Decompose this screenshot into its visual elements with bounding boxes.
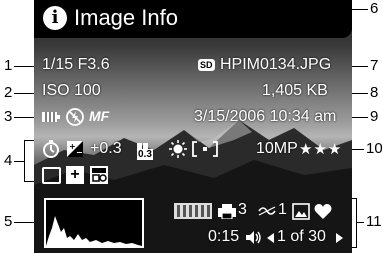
callout-10: 10 [366,140,383,157]
callout-2: 2 [4,84,13,101]
exposure-compensation-icon: + − [67,141,83,157]
filename: HPIM0134.JPG [220,56,332,73]
email-count: 1 [278,201,287,218]
callout-line-11 [356,222,364,223]
callout-line-4 [14,161,24,162]
left-arrow-icon[interactable] [267,233,274,243]
callout-line-2 [14,93,36,94]
callout-5: 5 [4,213,13,230]
callout-7: 7 [370,57,379,74]
bracket-value: 0.3 [137,149,153,160]
callout-line-8 [350,93,368,94]
page-title: Image Info [74,5,178,30]
heart-icon [314,204,332,219]
filesize: 1,405 KB [262,82,328,99]
camera-screen: i Image Info 1/15 F3.6 SD HPIM0134.JPG I… [34,0,352,253]
email-icon [258,206,276,216]
panorama-icon [42,167,61,184]
datetime: 3/15/2006 10:34 am [194,108,337,125]
svg-text:−: − [76,148,83,157]
printer-icon [218,204,236,219]
sd-card-icon: SD [198,59,215,71]
plus-icon: + [66,166,84,184]
favorite-image-icon [292,203,310,220]
callout-6: 6 [370,0,379,17]
speaker-icon [246,231,261,244]
self-timer-icon [43,140,59,158]
exposure-value: +0.3 [90,140,122,157]
shutter-aperture: 1/15 F3.6 [42,56,110,73]
white-balance-icon [169,140,187,158]
film-strip-icon [174,203,212,219]
callout-4: 4 [4,152,13,169]
histogram [44,198,144,248]
title-bar: i Image Info [34,0,352,38]
callout-line-9 [350,117,368,118]
callout-9: 9 [370,108,379,125]
callout-line-1 [14,66,36,67]
callout-line-10 [350,149,364,150]
manual-focus-label: MF [89,108,110,124]
flash-off-icon [66,108,84,126]
bracket-icon: 0.3 [136,141,156,161]
image-position: 1 of 30 [277,228,326,245]
callout-line-3 [14,117,36,118]
metering-icon [192,141,218,157]
video-duration: 0:15 [208,228,240,245]
callout-8: 8 [370,84,379,101]
print-count: 3 [238,201,247,218]
histogram-graph [46,200,142,246]
callout-bracket-11 [356,198,357,248]
info-icon: i [43,6,67,30]
callout-11: 11 [366,213,382,230]
battery-icon [42,112,60,122]
callout-bracket-4 [24,140,25,182]
svg-text:+: + [69,142,76,151]
resolution: 10MP [256,140,298,157]
quality-stars: ★★★ [299,141,343,158]
callout-line-7 [350,66,368,67]
right-arrow-icon[interactable] [336,233,343,243]
callout-3: 3 [4,108,13,125]
video-icon [90,166,108,184]
iso: ISO 100 [42,82,101,99]
callout-1: 1 [4,57,13,74]
